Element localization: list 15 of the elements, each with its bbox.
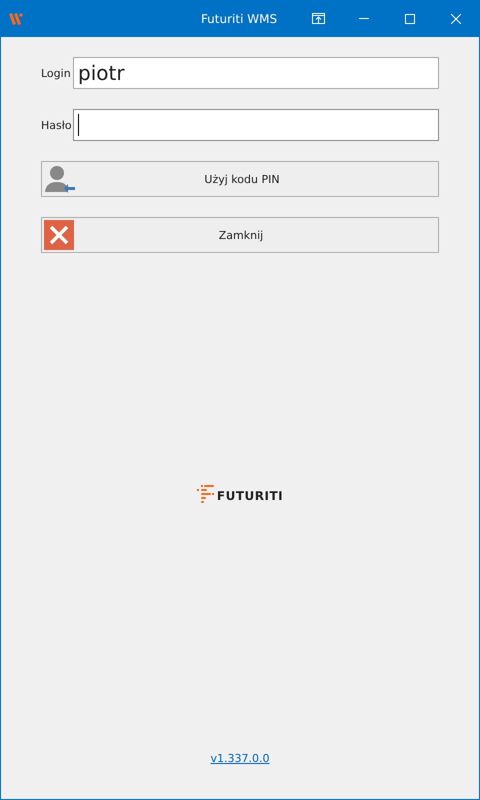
app-logo-icon — [9, 12, 23, 24]
close-button[interactable]: Zamknij — [41, 217, 439, 253]
maximize-icon[interactable] — [405, 14, 415, 24]
field-label: Login — [41, 66, 72, 80]
version-link[interactable]: v1.337.0.0 — [210, 752, 270, 765]
window-title: Futuriti WMS — [200, 12, 278, 26]
user-arrow-icon — [44, 164, 76, 194]
login-field[interactable]: piotr — [73, 57, 439, 89]
logo-text: FUTURITI — [216, 489, 284, 503]
close-icon[interactable] — [451, 14, 461, 24]
pin-button[interactable]: Użyj kodu PIN — [41, 161, 439, 197]
restore-window-icon[interactable] — [312, 13, 324, 24]
field-label: Hasło — [41, 118, 73, 132]
password-field[interactable] — [73, 109, 439, 141]
close-icon — [44, 220, 74, 250]
